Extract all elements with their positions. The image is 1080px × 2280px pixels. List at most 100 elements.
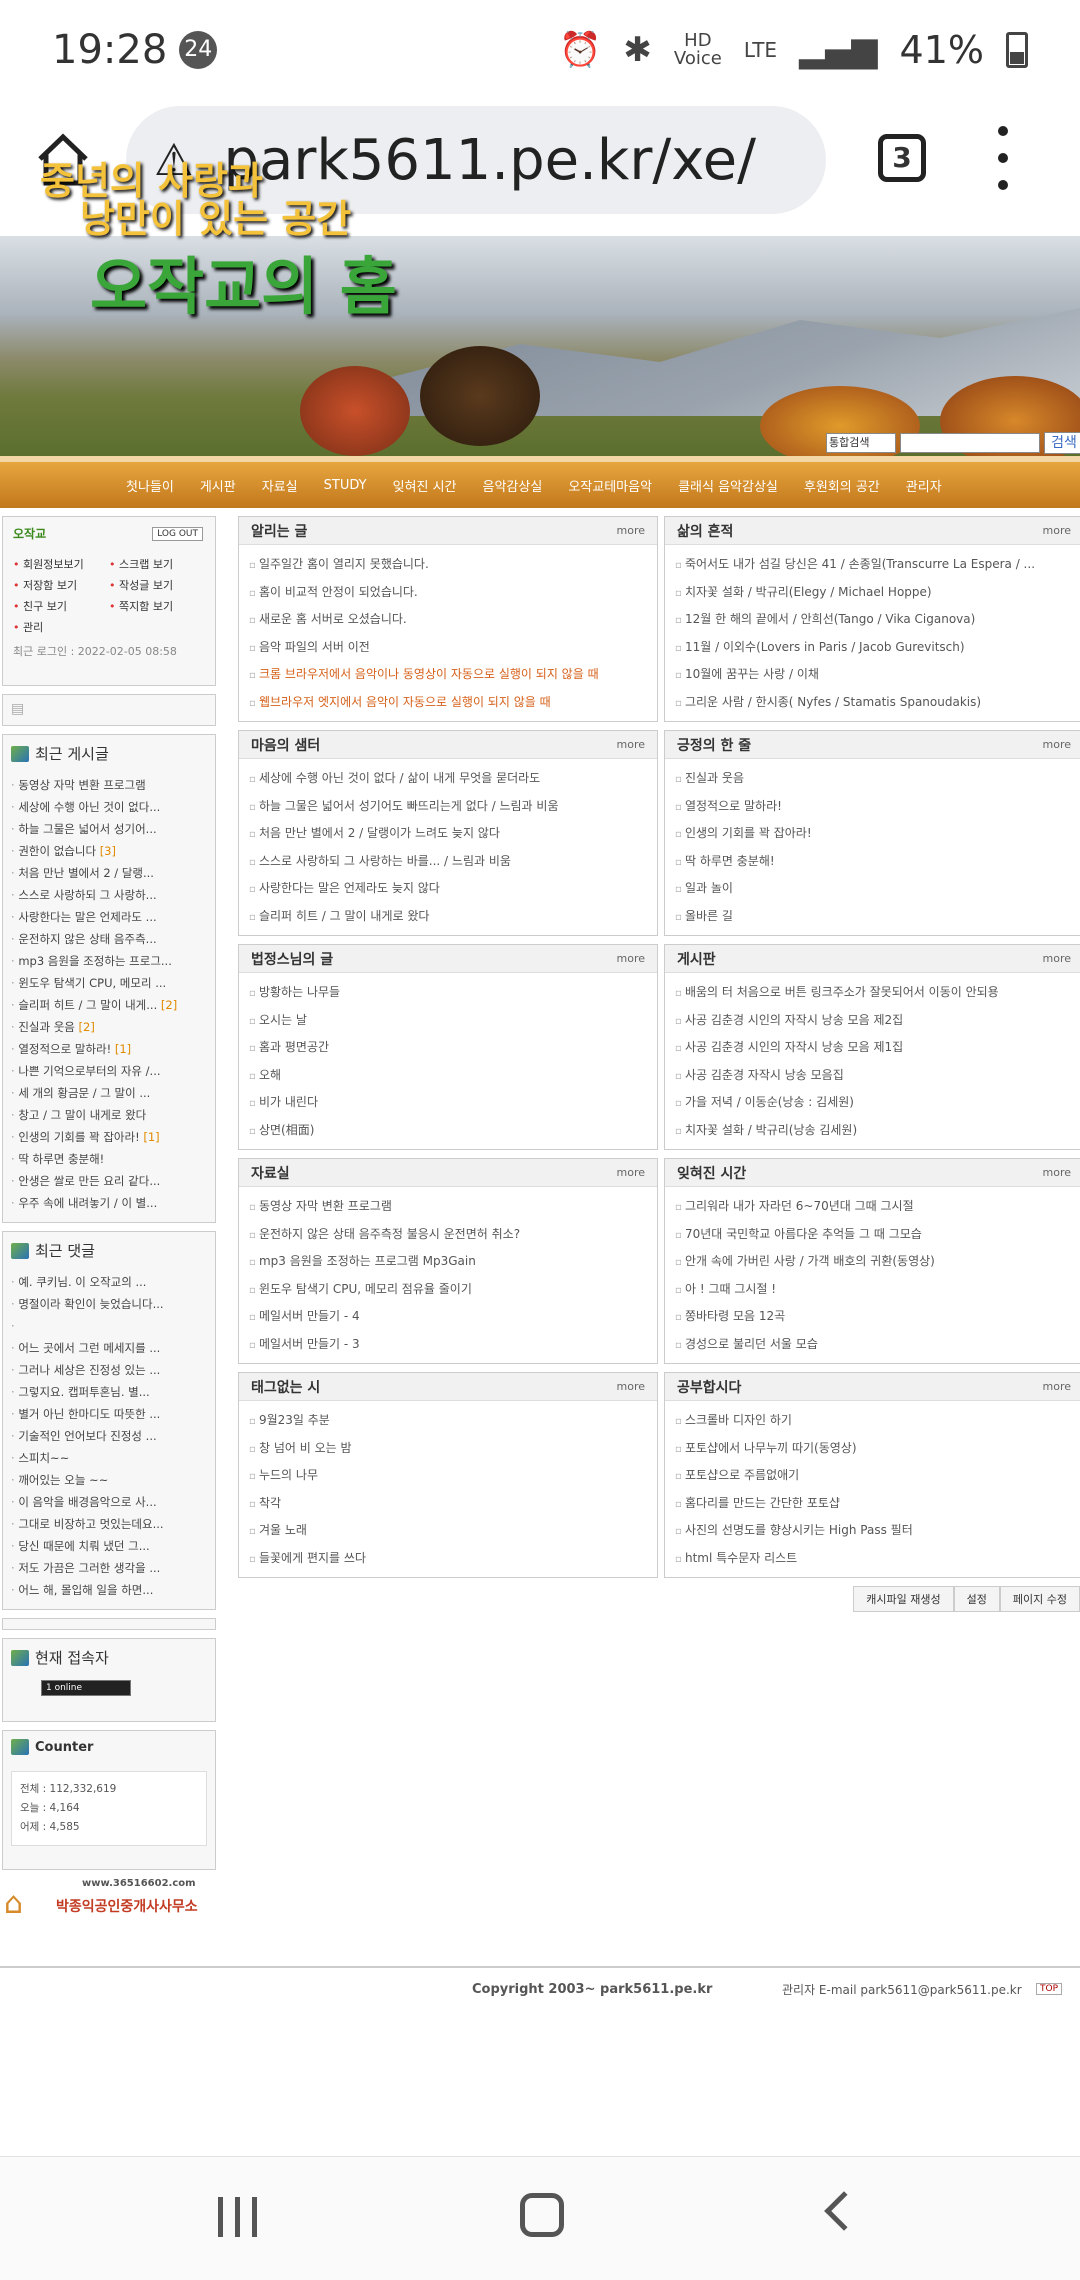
more-link[interactable]: more (617, 524, 646, 537)
board-post-item[interactable]: html 특수문자 리스트 (675, 1545, 1073, 1573)
recent-comment-item[interactable]: 별거 아닌 한마디도 따뜻한 ... (11, 1403, 207, 1425)
recent-post-item[interactable]: 권한이 없습니다 [3] (11, 840, 207, 862)
recent-comment-item[interactable] (11, 1315, 207, 1337)
recent-apps-icon[interactable] (218, 2197, 257, 2237)
more-link[interactable]: more (1043, 1380, 1072, 1393)
board-post-item[interactable]: 인생의 기회를 꽉 잡아라! (675, 820, 1073, 848)
recent-post-item[interactable]: 세 개의 황금문 / 그 말이 ... (11, 1082, 207, 1104)
settings-button[interactable]: 설정 (953, 1586, 1000, 1612)
recent-post-item[interactable]: 사랑한다는 말은 언제라도 ... (11, 906, 207, 928)
recent-post-item[interactable]: 운전하지 않은 상태 음주측... (11, 928, 207, 950)
board-post-item[interactable]: 스스로 사랑하되 그 사랑하는 바를... / 느림과 비움 (249, 848, 647, 876)
board-title[interactable]: 게시판 (677, 949, 716, 969)
board-post-item[interactable]: 사공 김춘경 시인의 자작시 낭송 모음 제1집 (675, 1034, 1073, 1062)
more-link[interactable]: more (617, 952, 646, 965)
board-title[interactable]: 자료실 (251, 1163, 290, 1183)
recent-post-item[interactable]: 우주 속에 내려놓기 / 이 별... (11, 1192, 207, 1214)
recent-post-item[interactable]: 하늘 그물은 넓어서 성기어... (11, 818, 207, 840)
board-title[interactable]: 공부합시다 (677, 1377, 741, 1397)
board-post-item[interactable]: 포토샵으로 주름없애기 (675, 1462, 1073, 1490)
board-post-item[interactable]: 10월에 꿈꾸는 사랑 / 이채 (675, 661, 1073, 689)
board-post-item[interactable]: 죽어서도 내가 섬길 당신은 41 / 손종일(Transcurre La Es… (675, 551, 1073, 579)
board-post-item[interactable]: 세상에 수행 아닌 것이 없다 / 삶이 내게 무엇을 묻더라도 (249, 765, 647, 793)
board-post-item[interactable]: 그리워라 내가 자라던 6~70년대 그때 그시절 (675, 1193, 1073, 1221)
board-post-item[interactable]: 포토샵에서 나무누끼 따기(동영상) (675, 1435, 1073, 1463)
tab-switcher-button[interactable]: 3 (878, 134, 926, 182)
board-post-item[interactable]: 그리운 사람 / 한시종( Nyfes / Stamatis Spanoudak… (675, 689, 1073, 717)
board-post-item[interactable]: 일주일간 홈이 열리지 못했습니다. (249, 551, 647, 579)
my-posts-link[interactable]: 작성글 보기 (109, 577, 205, 593)
board-post-item[interactable]: 누드의 나무 (249, 1462, 647, 1490)
board-post-item[interactable]: 크롬 브라우저에서 음악이나 동영상이 자동으로 실행이 되지 않을 때 (249, 661, 647, 689)
recent-comment-item[interactable]: 그렇지요. 캡퍼투혼님. 별... (11, 1381, 207, 1403)
board-post-item[interactable]: 사공 김춘경 시인의 자작시 낭송 모음 제2집 (675, 1007, 1073, 1035)
recent-comment-item[interactable]: 저도 가끔은 그러한 생각을 ... (11, 1557, 207, 1579)
board-post-item[interactable]: 창 넘어 비 오는 밤 (249, 1435, 647, 1463)
board-post-item[interactable]: 동영상 자막 변환 프로그램 (249, 1193, 647, 1221)
search-button[interactable]: 검색 (1044, 432, 1080, 454)
board-post-item[interactable]: 오해 (249, 1062, 647, 1090)
more-link[interactable]: more (1043, 738, 1072, 751)
board-post-item[interactable]: mp3 음원을 조정하는 프로그램 Mp3Gain (249, 1248, 647, 1276)
home-button-icon[interactable] (520, 2193, 564, 2237)
menu-item[interactable]: 관리자 (906, 476, 942, 495)
recent-post-item[interactable]: 진실과 웃음 [2] (11, 1016, 207, 1038)
board-post-item[interactable]: 운전하지 않은 상태 음주측정 불응시 운전면허 취소? (249, 1221, 647, 1249)
recent-comment-item[interactable]: 그러나 세상은 진정성 있는 ... (11, 1359, 207, 1381)
saved-link[interactable]: 저장함 보기 (13, 577, 109, 593)
realtor-ad[interactable]: ⌂ www.36516602.com 박종익공인중개사사무소 (0, 1878, 218, 1924)
more-link[interactable]: more (617, 1166, 646, 1179)
board-post-item[interactable]: 스크롤바 디자인 하기 (675, 1407, 1073, 1435)
board-post-item[interactable]: 음악 파일의 서버 이전 (249, 634, 647, 662)
recent-comment-item[interactable]: 당신 때문에 치뤄 냈던 그... (11, 1535, 207, 1557)
recent-comment-item[interactable]: 깨어있는 오늘 ~~ (11, 1469, 207, 1491)
board-title[interactable]: 알리는 글 (251, 521, 307, 541)
board-post-item[interactable]: 9월23일 추분 (249, 1407, 647, 1435)
edit-page-button[interactable]: 페이지 수정 (999, 1586, 1080, 1612)
menu-item[interactable]: 게시판 (200, 476, 236, 495)
admin-link[interactable]: 관리 (13, 619, 109, 635)
board-post-item[interactable]: 상면(相面) (249, 1117, 647, 1145)
menu-item[interactable]: 음악감상실 (483, 476, 543, 495)
board-post-item[interactable]: 하늘 그물은 넓어서 성기어도 빠뜨리는게 없다 / 느림과 비움 (249, 793, 647, 821)
top-button[interactable]: TOP (1036, 1983, 1063, 1995)
menu-item[interactable]: 잊혀진 시간 (393, 476, 457, 495)
recent-post-item[interactable]: mp3 음원을 조정하는 프로그... (11, 950, 207, 972)
board-post-item[interactable]: 메일서버 만들기 - 4 (249, 1303, 647, 1331)
board-title[interactable]: 태그없는 시 (251, 1377, 320, 1397)
more-link[interactable]: more (1043, 952, 1072, 965)
board-post-item[interactable]: 치자꽃 설화 / 박규리(낭송 김세원) (675, 1117, 1073, 1145)
rebuild-cache-button[interactable]: 캐시파일 재생성 (853, 1586, 954, 1612)
board-post-item[interactable]: 12월 한 해의 끝에서 / 안희선(Tango / Vika Ciganova… (675, 606, 1073, 634)
board-post-item[interactable]: 새로운 홈 서버로 오셨습니다. (249, 606, 647, 634)
more-link[interactable]: more (1043, 524, 1072, 537)
recent-post-item[interactable]: 동영상 자막 변환 프로그램 (11, 774, 207, 796)
board-post-item[interactable]: 홈다리를 만드는 간단한 포토샵 (675, 1490, 1073, 1518)
admin-email[interactable]: 관리자 E-mail park5611@park5611.pe.kr (782, 1981, 1022, 1998)
member-info-link[interactable]: 회원정보보기 (13, 556, 109, 572)
board-title[interactable]: 긍정의 한 줄 (677, 735, 751, 755)
board-post-item[interactable]: 올바른 길 (675, 903, 1073, 931)
logout-button[interactable]: LOG OUT (152, 527, 203, 541)
board-post-item[interactable]: 메일서버 만들기 - 3 (249, 1331, 647, 1359)
board-post-item[interactable]: 슬리퍼 히트 / 그 말이 내게로 왔다 (249, 903, 647, 931)
board-post-item[interactable]: 열정적으로 말하라! (675, 793, 1073, 821)
recent-comment-item[interactable]: 예. 쿠키님. 이 오작교의 ... (11, 1271, 207, 1293)
board-post-item[interactable]: 진실과 웃음 (675, 765, 1073, 793)
recent-comment-item[interactable]: 이 음악을 배경음악으로 사... (11, 1491, 207, 1513)
recent-post-item[interactable]: 스스로 사랑하되 그 사랑하... (11, 884, 207, 906)
board-post-item[interactable]: 겨울 노래 (249, 1517, 647, 1545)
menu-item[interactable]: 자료실 (262, 476, 298, 495)
board-post-item[interactable]: 치자꽃 설화 / 박규리(Elegy / Michael Hoppe) (675, 579, 1073, 607)
recent-comment-item[interactable]: 스피치~~ (11, 1447, 207, 1469)
board-post-item[interactable]: 안개 속에 가버린 사랑 / 가객 배호의 귀환(동영상) (675, 1248, 1073, 1276)
recent-comment-item[interactable]: 어느 곳에서 그런 메세지를 ... (11, 1337, 207, 1359)
recent-comment-item[interactable]: 기술적인 언어보다 진정성 ... (11, 1425, 207, 1447)
more-menu-icon[interactable] (998, 126, 1008, 190)
recent-post-item[interactable]: 창고 / 그 말이 내게로 왔다 (11, 1104, 207, 1126)
recent-post-item[interactable]: 나쁜 기억으로부터의 자유 /... (11, 1060, 207, 1082)
board-title[interactable]: 삶의 흔적 (677, 521, 733, 541)
more-link[interactable]: more (617, 1380, 646, 1393)
board-post-item[interactable]: 딱 하루면 충분해! (675, 848, 1073, 876)
board-post-item[interactable]: 사공 김춘경 자작시 낭송 모음집 (675, 1062, 1073, 1090)
